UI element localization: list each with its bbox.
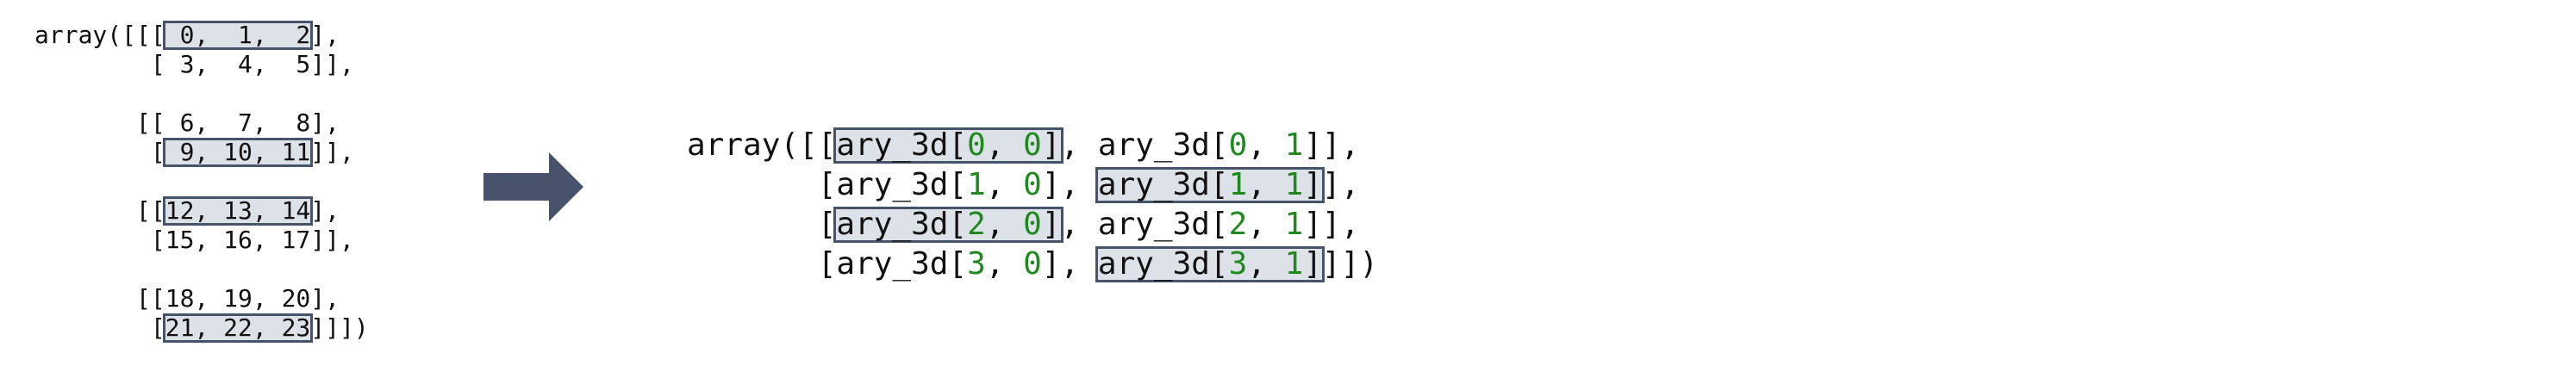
code-text: ], bbox=[310, 21, 340, 49]
code-text: [ bbox=[34, 313, 165, 342]
code-text: , bbox=[1247, 167, 1285, 202]
index-value: 1 bbox=[1284, 207, 1304, 242]
code-text: [ bbox=[687, 207, 837, 242]
code-text: ] bbox=[1303, 167, 1323, 202]
index-value: 0 bbox=[1023, 246, 1042, 282]
code-text: , bbox=[985, 167, 1024, 202]
index-value: 3 bbox=[967, 246, 986, 282]
code-text: , bbox=[1247, 207, 1285, 242]
highlighted-row: 12, 13, 14 bbox=[162, 196, 314, 226]
code-text: ]], bbox=[310, 138, 354, 166]
code-text: , bbox=[985, 246, 1024, 282]
code-line: [[18, 19, 20], bbox=[34, 284, 369, 313]
highlighted-index-expr: ary_3d[3, 1] bbox=[1095, 246, 1325, 282]
var-name: ary_3d[ bbox=[1097, 207, 1229, 242]
index-value: 0 bbox=[1228, 127, 1248, 163]
code-text: ], bbox=[1322, 127, 1360, 163]
highlighted-index-expr: ary_3d[0, 0] bbox=[833, 127, 1063, 164]
index-value: 3 bbox=[1228, 246, 1248, 282]
index-value: 1 bbox=[1284, 246, 1304, 282]
code-text: , bbox=[1060, 207, 1098, 242]
code-line: [ 3, 4, 5]], bbox=[34, 50, 369, 79]
input-array-code: array([[[ 0, 1, 2], [ 3, 4, 5]], [[ 6, 7… bbox=[34, 21, 369, 343]
output-array-code: array([[ary_3d[0, 0], ary_3d[0, 1]], [ar… bbox=[687, 126, 1378, 284]
highlighted-row: 0, 1, 2 bbox=[162, 21, 314, 50]
code-text: , bbox=[1060, 127, 1098, 163]
code-text: ], bbox=[310, 196, 340, 225]
arrow-shape bbox=[483, 152, 583, 221]
code-text: [ bbox=[34, 138, 165, 166]
highlighted-row: 21, 22, 23 bbox=[162, 313, 314, 343]
index-value: 1 bbox=[1228, 167, 1248, 202]
code-text: ] bbox=[1041, 207, 1061, 242]
code-text: , bbox=[1247, 127, 1285, 163]
code-text: ] bbox=[1303, 127, 1323, 163]
var-name: ary_3d[ bbox=[1097, 127, 1229, 163]
code-text: ] bbox=[1041, 127, 1061, 163]
index-expr: ary_3d[3, 0] bbox=[836, 246, 1060, 282]
index-expr: ary_3d[1, 0] bbox=[836, 167, 1060, 202]
code-line: [ 9, 10, 11]], bbox=[34, 138, 369, 167]
index-value: 2 bbox=[967, 207, 986, 242]
index-value: 0 bbox=[967, 127, 986, 163]
code-text: , bbox=[985, 127, 1024, 163]
var-name: ary_3d[ bbox=[836, 207, 968, 242]
code-text: array([[[ bbox=[34, 21, 165, 49]
index-value: 2 bbox=[1228, 207, 1248, 242]
code-line: [[ 6, 7, 8], bbox=[34, 108, 369, 138]
code-text: , bbox=[1060, 167, 1098, 202]
code-text: [[18, 19, 20], bbox=[34, 284, 340, 313]
code-line: [15, 16, 17]], bbox=[34, 226, 369, 255]
code-text: [15, 16, 17]], bbox=[34, 226, 354, 254]
code-text: , bbox=[985, 207, 1024, 242]
index-value: 1 bbox=[967, 167, 986, 202]
highlighted-index-expr: ary_3d[1, 1] bbox=[1095, 167, 1325, 203]
var-name: ary_3d[ bbox=[836, 127, 968, 163]
code-text: ] bbox=[1041, 167, 1061, 202]
var-name: ary_3d[ bbox=[1097, 246, 1229, 282]
code-line: [21, 22, 23]]]) bbox=[34, 313, 369, 343]
highlighted-row: 9, 10, 11 bbox=[162, 138, 314, 167]
code-text: ] bbox=[1303, 246, 1323, 282]
code-text: , bbox=[1060, 246, 1098, 282]
code-line: [[12, 13, 14], bbox=[34, 196, 369, 226]
result-row: [ary_3d[1, 0], ary_3d[1, 1]], bbox=[687, 165, 1378, 205]
result-row: array([[ary_3d[0, 0], ary_3d[0, 1]], bbox=[687, 126, 1378, 165]
code-text: [ bbox=[687, 246, 837, 282]
highlighted-index-expr: ary_3d[2, 0] bbox=[833, 207, 1063, 243]
code-text: , bbox=[1247, 246, 1285, 282]
index-value: 0 bbox=[1023, 167, 1042, 202]
var-name: ary_3d[ bbox=[1097, 167, 1229, 202]
index-value: 0 bbox=[1023, 127, 1042, 163]
result-row: [ary_3d[3, 0], ary_3d[3, 1]]]) bbox=[687, 245, 1378, 284]
var-name: ary_3d[ bbox=[836, 246, 968, 282]
index-value: 0 bbox=[1023, 207, 1042, 242]
code-text: ], bbox=[1322, 167, 1360, 202]
index-expr: ary_3d[0, 1] bbox=[1098, 127, 1322, 163]
right-arrow-icon bbox=[483, 152, 583, 221]
code-text: ] bbox=[1041, 246, 1061, 282]
code-text: ] bbox=[1303, 207, 1323, 242]
code-line: array([[[ 0, 1, 2], bbox=[34, 21, 369, 50]
code-text: [ bbox=[687, 167, 837, 202]
index-value: 1 bbox=[1284, 127, 1304, 163]
code-text: array([[ bbox=[687, 127, 837, 163]
code-text: ]]) bbox=[1322, 246, 1379, 282]
code-text: [ 3, 4, 5]], bbox=[34, 50, 354, 78]
var-name: ary_3d[ bbox=[836, 167, 968, 202]
code-text: ], bbox=[1322, 207, 1360, 242]
code-text: [[ bbox=[34, 196, 165, 225]
index-value: 1 bbox=[1284, 167, 1304, 202]
code-text: [[ 6, 7, 8], bbox=[34, 108, 340, 137]
result-row: [ary_3d[2, 0], ary_3d[2, 1]], bbox=[687, 205, 1378, 245]
index-expr: ary_3d[2, 1] bbox=[1098, 207, 1322, 242]
code-text: ]]]) bbox=[310, 313, 369, 342]
